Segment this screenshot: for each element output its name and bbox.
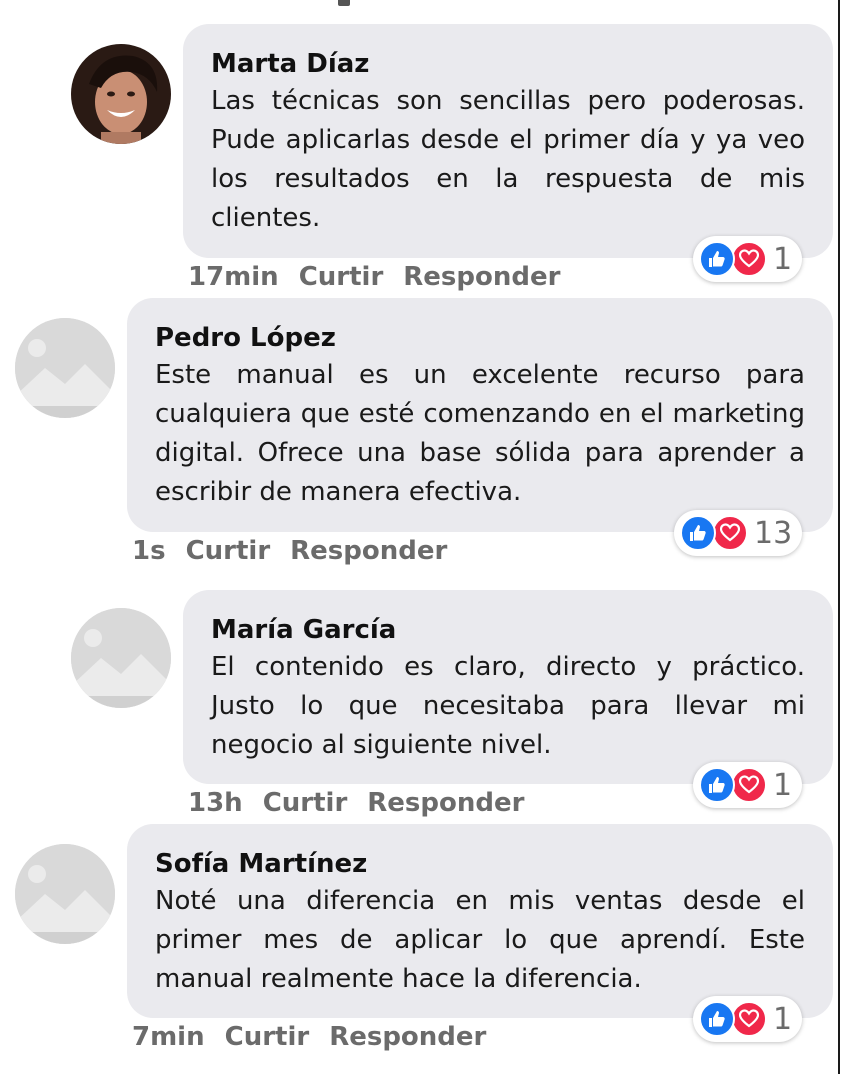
comment-actions: 17min Curtir Responder [188,262,560,292]
comment-bubble: María García El contenido es claro, dire… [183,590,833,784]
reaction-count: 1 [773,241,793,277]
comment-text: El contenido es claro, directo y práctic… [211,652,805,760]
comment-time: 13h [188,788,243,818]
comment-author[interactable]: María García [211,612,805,648]
thumbs-up-icon [699,767,735,803]
comment-author[interactable]: Pedro López [155,320,805,356]
comment-time: 7min [132,1022,205,1052]
heart-icon [731,1001,767,1037]
like-button[interactable]: Curtir [186,536,271,566]
comment-author[interactable]: Sofía Martínez [155,846,805,882]
comment-actions: 13h Curtir Responder [188,788,524,818]
thumbs-up-icon [699,241,735,277]
heart-icon [731,241,767,277]
profile-photo-icon [71,44,171,144]
heart-icon [731,767,767,803]
avatar[interactable] [15,318,115,418]
comment-text: Noté una diferencia en mis ventas desde … [155,886,805,994]
avatar[interactable] [15,844,115,944]
thumbs-up-icon [680,515,716,551]
like-button[interactable]: Curtir [263,788,348,818]
reply-button[interactable]: Responder [329,1022,486,1052]
like-button[interactable]: Curtir [225,1022,310,1052]
reaction-summary[interactable]: 1 [693,996,803,1042]
comment-time: 1s [132,536,166,566]
image-placeholder-icon [71,608,171,708]
like-button[interactable]: Curtir [299,262,384,292]
reaction-summary[interactable]: 13 [674,510,803,556]
reply-button[interactable]: Responder [367,788,524,818]
reply-button[interactable]: Responder [403,262,560,292]
avatar[interactable] [71,44,171,144]
reply-button[interactable]: Responder [290,536,447,566]
thumbs-up-icon [699,1001,735,1037]
truncated-text-fragment [338,0,350,6]
comment-bubble: Marta Díaz Las técnicas son sencillas pe… [183,24,833,258]
comment-author[interactable]: Marta Díaz [211,46,805,82]
reaction-count: 1 [773,1001,793,1037]
reaction-count: 13 [754,515,793,551]
reaction-count: 1 [773,767,793,803]
comment-text: Este manual es un excelente recurso para… [155,360,805,507]
reaction-summary[interactable]: 1 [693,762,803,808]
comment-actions: 1s Curtir Responder [132,536,447,566]
scrollbar-edge [838,0,840,1074]
comment-bubble: Sofía Martínez Noté una diferencia en mi… [127,824,833,1018]
heart-icon [712,515,748,551]
comment-time: 17min [188,262,279,292]
image-placeholder-icon [15,844,115,944]
comment-text: Las técnicas son sencillas pero poderosa… [211,86,805,233]
reaction-summary[interactable]: 1 [693,236,803,282]
image-placeholder-icon [15,318,115,418]
comment-actions: 7min Curtir Responder [132,1022,486,1052]
avatar[interactable] [71,608,171,708]
comment-bubble: Pedro López Este manual es un excelente … [127,298,833,532]
